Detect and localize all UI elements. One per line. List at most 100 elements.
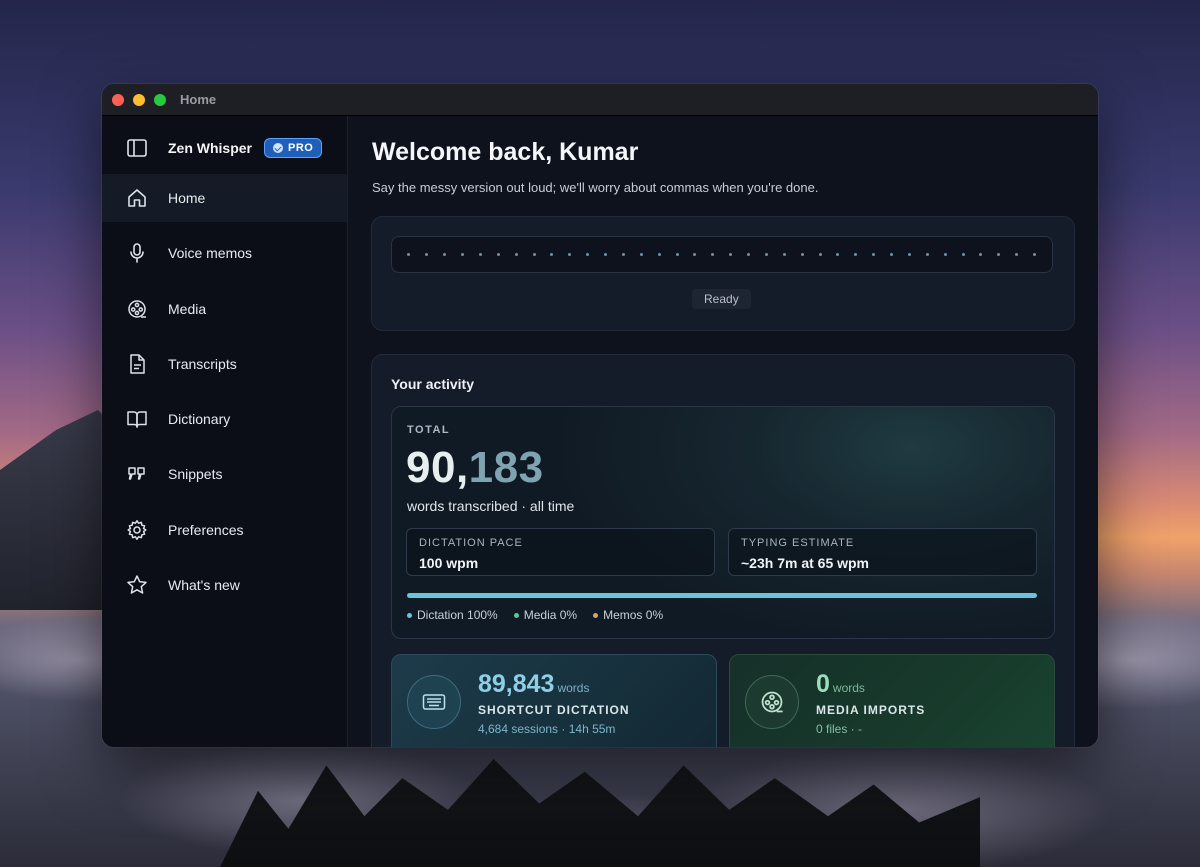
minimize-window-button[interactable] — [133, 93, 145, 106]
waveform-dot — [604, 253, 608, 256]
sidebar-item-label: Snippets — [168, 466, 223, 483]
total-word-count: 90,183 — [406, 443, 544, 493]
dictation-word-count: 89,843 words — [478, 670, 589, 699]
page-subtitle: Say the messy version out loud; we'll wo… — [372, 180, 819, 195]
waveform-dot — [907, 253, 911, 256]
activity-card: Your activity TOTAL 90,183 words transcr… — [371, 354, 1075, 747]
sidebar-item-label: What's new — [168, 577, 240, 594]
sidebar-item-transcripts[interactable]: Transcripts — [102, 340, 347, 388]
waveform-dot — [407, 253, 411, 256]
verified-icon — [273, 143, 284, 153]
total-number-head: 90, — [406, 443, 469, 492]
sidebar-item-media[interactable]: Media — [102, 285, 347, 333]
dictation-pace-value: 100 wpm — [419, 555, 479, 571]
legend-dot — [407, 612, 412, 618]
waveform-dot — [568, 253, 572, 256]
legend-item-dictation: Dictation 100% — [407, 608, 498, 622]
waveform-dot — [1015, 253, 1019, 256]
legend-dot — [593, 612, 599, 618]
total-stats-card: TOTAL 90,183 words transcribed · all tim… — [391, 406, 1055, 639]
sidebar-item-label: Transcripts — [168, 355, 237, 372]
window-controls — [112, 93, 166, 106]
waveform-dot — [478, 253, 482, 256]
sidebar-item-dictionary[interactable]: Dictionary — [102, 395, 347, 443]
waveform-dot — [818, 253, 822, 256]
dictation-pace-label: DICTATION PACE — [419, 537, 523, 549]
dictation-number: 89,843 — [478, 670, 555, 698]
waveform-dot — [1033, 253, 1037, 256]
sidebar-item-label: Home — [168, 190, 206, 206]
waveform-dot — [425, 253, 429, 256]
waveform-dot — [854, 253, 858, 256]
main-content: Welcome back, Kumar Say the messy versio… — [348, 116, 1098, 747]
waveform-dot — [925, 253, 929, 256]
sidebar-item-snippets[interactable]: Snippets — [102, 450, 347, 498]
recorder-card: Ready — [371, 216, 1075, 331]
sidebar-item-voice-memos[interactable]: Voice memos — [102, 229, 347, 277]
waveform-dot — [532, 253, 536, 256]
sidebar-item-label: Media — [168, 300, 207, 317]
film-reel-icon — [126, 298, 148, 320]
shortcut-dictation-card[interactable]: 89,843 words SHORTCUT DICTATION 4,684 ses… — [391, 654, 717, 747]
keyboard-icon — [407, 675, 461, 729]
sidebar-item-home[interactable]: Home — [102, 174, 347, 222]
waveform-dot — [639, 253, 643, 256]
sidebar-toggle-icon[interactable] — [126, 137, 148, 159]
waveform-dot — [764, 253, 768, 256]
window-title: Home — [180, 92, 217, 107]
source-share-bar — [407, 593, 1037, 598]
dictation-share-fill — [407, 593, 1037, 598]
waveform-dot — [711, 253, 715, 256]
status-badge: Ready — [692, 289, 751, 309]
pro-badge: PRO — [264, 138, 323, 158]
title-bar: Home — [102, 84, 1098, 116]
book-icon — [126, 408, 148, 430]
gear-icon — [126, 519, 148, 541]
waveform-dot — [461, 253, 465, 256]
media-subtext: 0 files · - — [816, 722, 863, 736]
legend-item-memos: Memos 0% — [593, 608, 663, 622]
waveform-dot — [496, 253, 500, 256]
total-number-tail: 183 — [468, 443, 544, 492]
waveform-dot — [586, 253, 590, 256]
waveform-dot — [675, 253, 679, 256]
waveform-dot — [979, 253, 983, 256]
source-legend: Dictation 100% Media 0% Memos 0% — [407, 608, 663, 622]
media-imports-card[interactable]: 0 words MEDIA IMPORTS 0 files · - — [729, 654, 1055, 747]
media-number: 0 — [816, 670, 830, 698]
film-reel-icon — [745, 675, 799, 729]
legend-label: Media 0% — [523, 608, 578, 622]
close-window-button[interactable] — [112, 93, 124, 106]
waveform-dot — [657, 253, 661, 256]
activity-title: Your activity — [391, 376, 474, 392]
waveform-dot — [997, 253, 1001, 256]
page-title: Welcome back, Kumar — [372, 138, 639, 166]
document-icon — [126, 353, 148, 375]
waveform-display[interactable] — [391, 236, 1053, 273]
typing-estimate-label: TYPING ESTIMATE — [741, 537, 855, 549]
home-icon — [126, 187, 148, 209]
star-icon — [126, 574, 148, 596]
waveform-dot — [943, 253, 947, 256]
sidebar-item-whats-new[interactable]: What's new — [102, 561, 347, 609]
legend-dot — [513, 612, 519, 618]
media-word-count: 0 words — [816, 670, 865, 699]
pro-badge-label: PRO — [288, 142, 314, 154]
waveform-dot — [514, 253, 518, 256]
media-title: MEDIA IMPORTS — [816, 703, 926, 717]
legend-label: Memos 0% — [603, 608, 664, 622]
waveform-dot — [782, 253, 786, 256]
sidebar-item-preferences[interactable]: Preferences — [102, 506, 347, 554]
waveform-dot — [693, 253, 697, 256]
zoom-window-button[interactable] — [154, 93, 166, 106]
typing-estimate-box: TYPING ESTIMATE ~23h 7m at 65 wpm — [728, 528, 1037, 576]
dictation-title: SHORTCUT DICTATION — [478, 703, 630, 717]
dictation-unit: words — [557, 681, 590, 695]
waveform-dot — [890, 253, 894, 256]
app-window: Home Zen Whisper PRO Home Voice memos Me… — [102, 84, 1098, 747]
waveform-dot — [729, 253, 733, 256]
total-label: TOTAL — [407, 424, 451, 436]
waveform-dot — [872, 253, 876, 256]
quote-icon — [126, 463, 148, 485]
legend-item-media: Media 0% — [513, 608, 578, 622]
